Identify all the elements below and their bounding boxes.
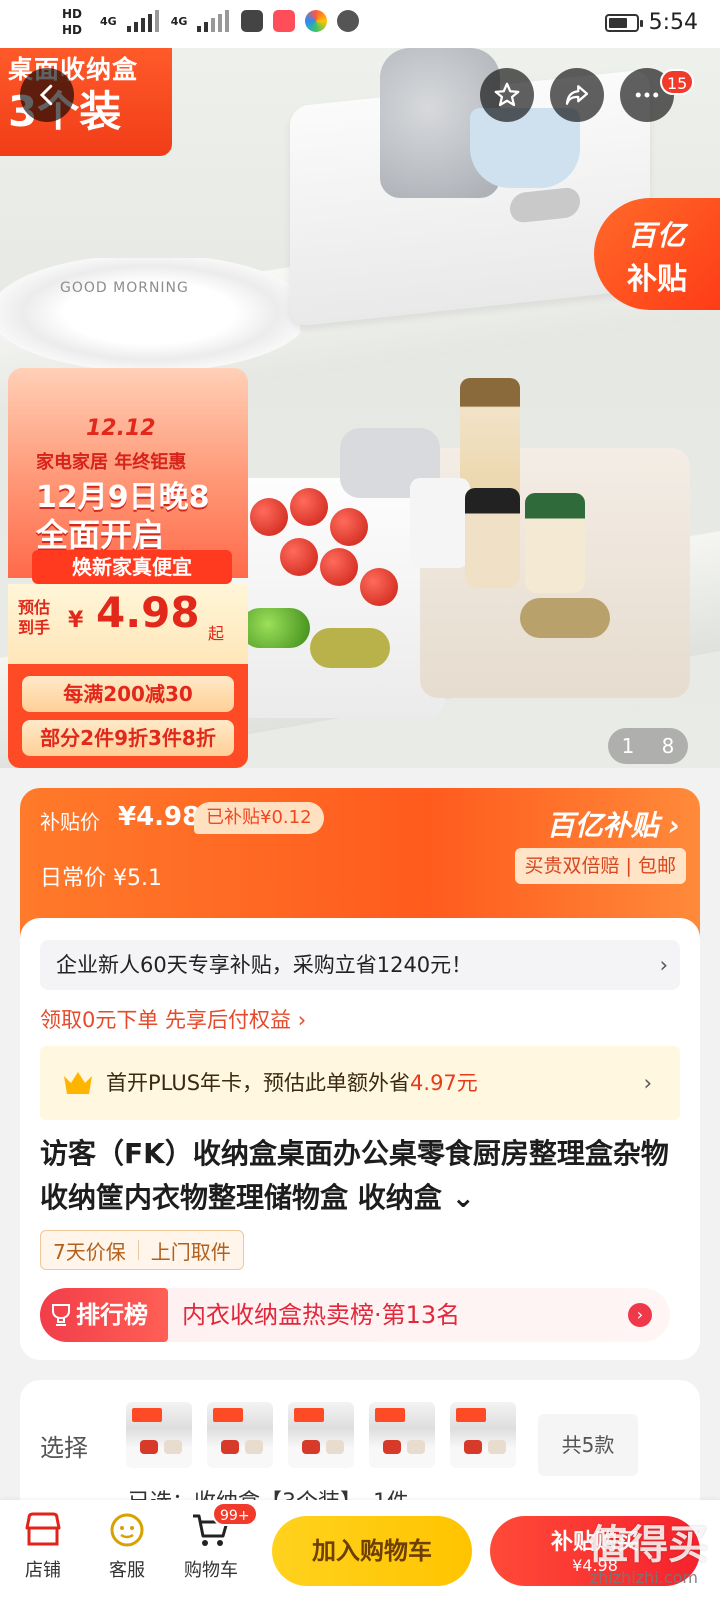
signal-icon xyxy=(126,10,161,32)
store-button[interactable]: 店铺 xyxy=(8,1508,78,1582)
bottle-image xyxy=(465,488,520,588)
browser-app-icon xyxy=(305,10,328,32)
store-icon xyxy=(25,1512,61,1546)
enterprise-offer-bar[interactable]: 企业新人60天专享补贴，采购立省1240元！ › xyxy=(40,940,680,990)
status-bar: HD HD 4G 4G 5:54 xyxy=(0,0,720,48)
image-counter-current: 1 xyxy=(621,734,635,758)
promo-price-box: 预估到手 ¥ 4.98 起 xyxy=(8,584,248,664)
service-tag: 上门取件 xyxy=(150,1239,231,1264)
plates-image: GOOD MORNING xyxy=(0,258,300,368)
plus-text: 首开PLUS年卡，预估此单额外省 xyxy=(106,1071,411,1095)
battery-icon xyxy=(604,13,643,32)
subsidy-price-label: 补贴价 xyxy=(40,810,100,834)
variant-select-card[interactable]: 选择 共5款 已选：收纳盒【3个装】，1件 xyxy=(20,1380,700,1515)
back-button[interactable] xyxy=(20,68,74,122)
promo-deals: 每满200减30 部分2件9折3件8折 xyxy=(8,664,248,768)
tomato-image xyxy=(250,498,288,536)
enterprise-offer-text: 企业新人60天专享补贴，采购立省1240元！ xyxy=(56,953,473,977)
bottle-image xyxy=(525,493,585,593)
variant-thumbnail[interactable] xyxy=(207,1402,273,1468)
customer-service-button[interactable]: 客服 xyxy=(92,1508,162,1582)
select-label: 选择 xyxy=(40,1434,88,1462)
more-icon xyxy=(635,92,659,98)
ranking-tag: 排行榜 xyxy=(40,1288,168,1342)
product-image-carousel[interactable]: GOOD MORNING 桌面收纳盒 3个装 xyxy=(0,48,720,768)
subsidy-tag: 百亿 补贴 xyxy=(594,198,720,310)
image-counter: 1 8 xyxy=(608,728,688,764)
event-label: 12.12 xyxy=(86,416,156,441)
watermark: 值得买 xyxy=(588,1522,708,1568)
favorite-button[interactable] xyxy=(480,68,534,122)
wechat-icon xyxy=(337,10,360,32)
customer-service-icon xyxy=(110,1513,144,1547)
product-title[interactable]: 访客（FK）收纳盒桌面办公桌零食厨房整理盒杂物收纳筐内衣物整理储物盒 收纳盒 ⌄ xyxy=(40,1132,680,1220)
ranking-text: 内衣收纳盒热卖榜·第13名 xyxy=(182,1301,461,1329)
already-subsidized-badge: 已补贴¥0.12 xyxy=(194,802,324,834)
cart-button[interactable]: 购物车 99+ xyxy=(176,1502,258,1582)
service-tag: 7天价保 xyxy=(53,1239,126,1264)
pepper-image xyxy=(240,608,310,648)
variant-count[interactable]: 共5款 xyxy=(538,1414,638,1476)
variant-thumbnail[interactable] xyxy=(126,1402,192,1468)
plus-membership-bar[interactable]: 首开PLUS年卡，预估此单额外省4.97元 › xyxy=(40,1046,680,1120)
notification-badge: 15 xyxy=(660,69,695,95)
tomato-image xyxy=(280,538,318,576)
promo-line1: 家电家居 年终钜惠 xyxy=(36,452,187,473)
daily-price: 日常价 ¥5.1 xyxy=(40,866,162,891)
gift-app-icon xyxy=(241,10,264,32)
chevron-left-icon xyxy=(39,84,53,106)
currency-symbol: ¥ xyxy=(68,608,84,633)
cart-count-badge: 99+ xyxy=(212,1502,258,1526)
promo-ribbon: 焕新家真便宜 xyxy=(32,550,232,584)
deal-pill: 每满200减30 xyxy=(22,676,234,712)
add-to-cart-button[interactable]: 加入购物车 xyxy=(272,1516,472,1586)
service-tags[interactable]: 7天价保 上门取件 xyxy=(40,1230,244,1270)
network-type: 4G xyxy=(100,14,117,28)
price-suffix: 起 xyxy=(208,624,225,643)
network-type-2: 4G xyxy=(170,14,188,28)
cup-image xyxy=(470,108,580,188)
star-icon xyxy=(494,82,520,107)
subsidy-program-link[interactable]: 百亿补贴 › xyxy=(547,804,680,844)
tomato-image xyxy=(320,548,358,586)
chevron-right-icon: › xyxy=(659,953,668,977)
mail-app-icon xyxy=(273,10,296,32)
subsidy-price-value: ¥4.98 xyxy=(118,802,201,832)
ranking-bar[interactable]: 排行榜 内衣收纳盒热卖榜·第13名 › xyxy=(40,1288,670,1342)
promo-sticker: 12.12 家电家居 年终钜惠 12月9日晚8 全面开启 焕新家真便宜 预估到手… xyxy=(8,368,248,768)
tomato-image xyxy=(330,508,368,546)
tomato-image xyxy=(290,488,328,526)
tomato-image xyxy=(360,568,398,606)
guarantee-badge: 买贵双倍赔 | 包邮 xyxy=(514,848,686,884)
est-price: 4.98 xyxy=(96,588,200,637)
status-right: 5:54 xyxy=(604,10,698,35)
signal-icon-2 xyxy=(197,10,231,32)
pay-later-link[interactable]: 领取0元下单 先享后付权益 › xyxy=(40,1004,306,1034)
variant-thumbnail[interactable] xyxy=(450,1402,516,1468)
watermark-url: zhizhizhi.com xyxy=(589,1568,698,1587)
clock: 5:54 xyxy=(648,10,698,35)
image-counter-total: 8 xyxy=(661,734,675,758)
status-icons: 4G 4G xyxy=(100,10,360,32)
est-label: 预估到手 xyxy=(18,598,51,637)
hd-indicator: HD HD xyxy=(62,7,83,37)
trophy-icon xyxy=(52,1304,70,1326)
product-info-card: 企业新人60天专享补贴，采购立省1240元！ › 领取0元下单 先享后付权益 ›… xyxy=(20,918,700,1360)
chevron-right-icon: › xyxy=(628,1303,652,1327)
bottle-image xyxy=(410,478,470,568)
chevron-right-icon: › xyxy=(643,1071,652,1095)
variant-thumbnail[interactable] xyxy=(369,1402,435,1468)
variant-thumbnail[interactable] xyxy=(288,1402,354,1468)
share-icon xyxy=(565,85,589,105)
plus-saving: 4.97元 xyxy=(410,1071,478,1095)
share-button[interactable] xyxy=(550,68,604,122)
crown-icon xyxy=(64,1072,92,1094)
deal-pill: 部分2件9折3件8折 xyxy=(22,720,234,756)
product-detail-page: HD HD 4G 4G 5:54 GOOD MORNING 桌面收纳盒 15 百… xyxy=(0,0,720,1600)
